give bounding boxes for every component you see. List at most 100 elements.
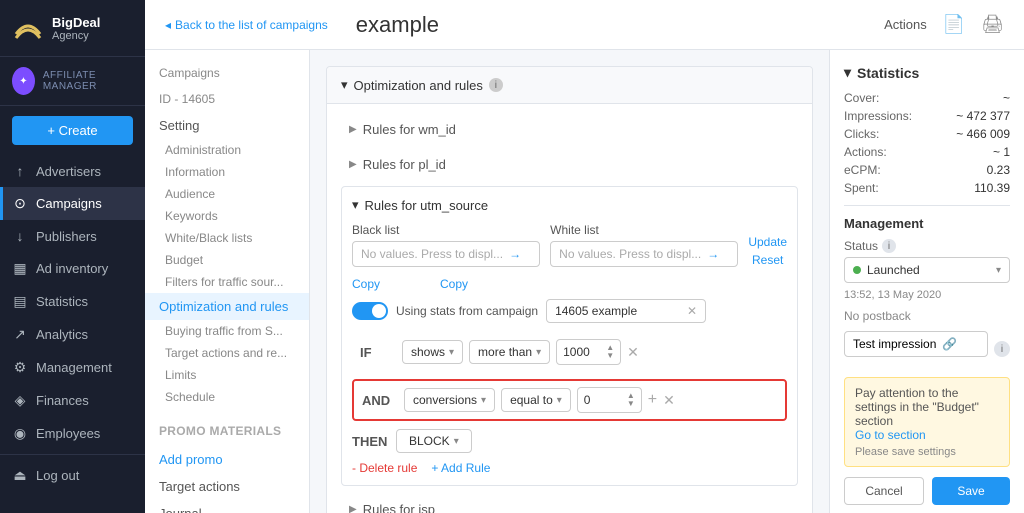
document-icon[interactable]: 📄 bbox=[943, 14, 965, 35]
status-chevron-icon: ▾ bbox=[996, 265, 1001, 276]
stats-spent-row: Spent: 110.39 bbox=[844, 181, 1010, 195]
nav-schedule[interactable]: Schedule bbox=[145, 386, 309, 408]
test-impression-info-icon[interactable]: i bbox=[994, 341, 1010, 357]
campaigns-icon: ⊙ bbox=[12, 195, 28, 212]
nav-white-black-lists[interactable]: White/Black lists bbox=[145, 227, 309, 249]
rule-isp-chevron-icon: ▶ bbox=[349, 504, 357, 513]
status-label: Status i bbox=[844, 239, 1010, 253]
back-chevron-icon: ◂ bbox=[165, 18, 171, 32]
update-button[interactable]: Update bbox=[748, 235, 787, 249]
black-list-input[interactable]: No values. Press to displ... → bbox=[352, 241, 540, 267]
advertisers-icon: ↑ bbox=[12, 163, 28, 179]
stats-campaign-clear-icon[interactable]: ✕ bbox=[687, 304, 697, 318]
spent-label: Spent: bbox=[844, 181, 879, 195]
sidebar-item-management[interactable]: ⚙ Management bbox=[0, 351, 145, 384]
nav-buying-traffic[interactable]: Buying traffic from S... bbox=[145, 320, 309, 342]
and-metric-select[interactable]: conversions ▾ bbox=[404, 388, 495, 412]
create-button[interactable]: + Create bbox=[12, 116, 133, 145]
sidebar-item-campaigns[interactable]: ⊙ Campaigns bbox=[0, 187, 145, 220]
stats-toggle[interactable] bbox=[352, 302, 388, 320]
optimization-header[interactable]: ▾ Optimization and rules i bbox=[327, 67, 812, 104]
actions-button[interactable]: Actions bbox=[884, 17, 927, 32]
and-value-input[interactable]: 0 ▲ ▼ bbox=[577, 387, 642, 413]
black-list-label: Black list bbox=[352, 223, 540, 237]
nav-administration[interactable]: Administration bbox=[145, 139, 309, 161]
then-label: THEN bbox=[352, 434, 388, 449]
delete-rule-button[interactable]: - Delete rule bbox=[352, 461, 417, 475]
sidebar-item-logout[interactable]: ⏏ Log out bbox=[0, 459, 145, 492]
sidebar-item-analytics[interactable]: ↗ Analytics bbox=[0, 318, 145, 351]
if-remove-icon[interactable]: ✕ bbox=[627, 344, 639, 361]
status-info-icon[interactable]: i bbox=[882, 239, 896, 253]
add-rule-button[interactable]: + Add Rule bbox=[431, 461, 490, 475]
cover-value: ~ bbox=[1003, 91, 1010, 105]
copy-button-1[interactable]: Copy bbox=[352, 277, 380, 291]
optimization-body: ▶ Rules for wm_id ▶ Rules for pl_id bbox=[327, 104, 812, 513]
and-add-icon[interactable]: + bbox=[648, 391, 657, 409]
sidebar-item-finances[interactable]: ◈ Finances bbox=[0, 384, 145, 417]
nav-setting[interactable]: Setting bbox=[145, 112, 309, 139]
and-condition-select[interactable]: equal to ▾ bbox=[501, 388, 571, 412]
cancel-button[interactable]: Cancel bbox=[844, 477, 924, 505]
if-spinners: ▲ ▼ bbox=[606, 344, 614, 360]
impressions-value: ~ 472 377 bbox=[956, 109, 1010, 123]
right-panel: ▾ Statistics Cover: ~ Impressions: ~ 472… bbox=[829, 50, 1024, 513]
nav-target-actions-re[interactable]: Target actions and re... bbox=[145, 342, 309, 364]
left-nav: Campaigns ID - 14605 Setting Administrat… bbox=[145, 50, 310, 513]
nav-limits[interactable]: Limits bbox=[145, 364, 309, 386]
avatar: ✦ bbox=[12, 67, 35, 95]
test-impression-button[interactable]: Test impression 🔗 bbox=[844, 331, 988, 357]
if-condition-select[interactable]: more than ▾ bbox=[469, 340, 550, 364]
opt-chevron-icon: ▾ bbox=[341, 77, 348, 93]
sidebar-item-ad-inventory[interactable]: ▦ Ad inventory bbox=[0, 252, 145, 285]
link-icon: 🔗 bbox=[942, 337, 957, 351]
white-list-input[interactable]: No values. Press to displ... → bbox=[550, 241, 738, 267]
nav-information[interactable]: Information bbox=[145, 161, 309, 183]
rule-pl-id-header[interactable]: ▶ Rules for pl_id bbox=[341, 151, 798, 178]
clicks-label: Clicks: bbox=[844, 127, 879, 141]
employees-icon: ◉ bbox=[12, 425, 28, 442]
toggle-label: Using stats from campaign bbox=[396, 304, 538, 318]
nav-audience[interactable]: Audience bbox=[145, 183, 309, 205]
actions-label: Actions: bbox=[844, 145, 887, 159]
stats-campaign-select[interactable]: 14605 example ✕ bbox=[546, 299, 706, 323]
nav-keywords[interactable]: Keywords bbox=[145, 205, 309, 227]
publishers-icon: ↓ bbox=[12, 228, 28, 244]
nav-optimization-rules[interactable]: Optimization and rules bbox=[145, 293, 309, 320]
spent-value: 110.39 bbox=[974, 181, 1010, 195]
save-button[interactable]: Save bbox=[932, 477, 1010, 505]
nav-filters-traffic[interactable]: Filters for traffic sour... bbox=[145, 271, 309, 293]
and-metric-chevron-icon: ▾ bbox=[481, 395, 486, 406]
and-spinner-down-icon[interactable]: ▼ bbox=[627, 400, 635, 408]
cover-label: Cover: bbox=[844, 91, 879, 105]
status-select[interactable]: Launched ▾ bbox=[844, 257, 1010, 283]
reset-button[interactable]: Reset bbox=[748, 253, 787, 267]
rule-utm-header[interactable]: ▾ Rules for utm_source bbox=[352, 197, 787, 213]
then-action-select[interactable]: BLOCK ▾ bbox=[396, 429, 472, 453]
sidebar-item-statistics[interactable]: ▤ Statistics bbox=[0, 285, 145, 318]
topbar-left: ◂ Back to the list of campaigns example bbox=[165, 12, 439, 38]
and-remove-icon[interactable]: ✕ bbox=[663, 392, 675, 409]
back-link[interactable]: ◂ Back to the list of campaigns bbox=[165, 18, 328, 32]
print-icon[interactable]: 🖨 bbox=[981, 14, 1004, 35]
copy-button-2[interactable]: Copy bbox=[440, 277, 468, 291]
rule-isp-header[interactable]: ▶ Rules for isp bbox=[341, 496, 798, 513]
toggle-row: Using stats from campaign 14605 example … bbox=[352, 299, 787, 323]
opt-info-icon[interactable]: i bbox=[489, 78, 503, 92]
rule-wm-id-header[interactable]: ▶ Rules for wm_id bbox=[341, 116, 798, 143]
if-metric-select[interactable]: shows ▾ bbox=[402, 340, 463, 364]
nav-target-actions[interactable]: Target actions bbox=[145, 473, 309, 500]
if-spinner-down-icon[interactable]: ▼ bbox=[606, 352, 614, 360]
rule-block-wm-id: ▶ Rules for wm_id bbox=[341, 116, 798, 143]
stats-clicks-row: Clicks: ~ 466 009 bbox=[844, 127, 1010, 141]
sidebar-item-advertisers[interactable]: ↑ Advertisers bbox=[0, 155, 145, 187]
if-value-input[interactable]: 1000 ▲ ▼ bbox=[556, 339, 621, 365]
then-chevron-icon: ▾ bbox=[454, 436, 459, 447]
and-condition-row: AND conversions ▾ equal to ▾ 0 bbox=[352, 379, 787, 421]
go-to-section-link[interactable]: Go to section bbox=[855, 428, 926, 442]
nav-journal[interactable]: Journal bbox=[145, 500, 309, 513]
sidebar-item-publishers[interactable]: ↓ Publishers bbox=[0, 220, 145, 252]
nav-add-promo[interactable]: Add promo bbox=[145, 446, 309, 473]
nav-budget[interactable]: Budget bbox=[145, 249, 309, 271]
sidebar-item-employees[interactable]: ◉ Employees bbox=[0, 417, 145, 450]
